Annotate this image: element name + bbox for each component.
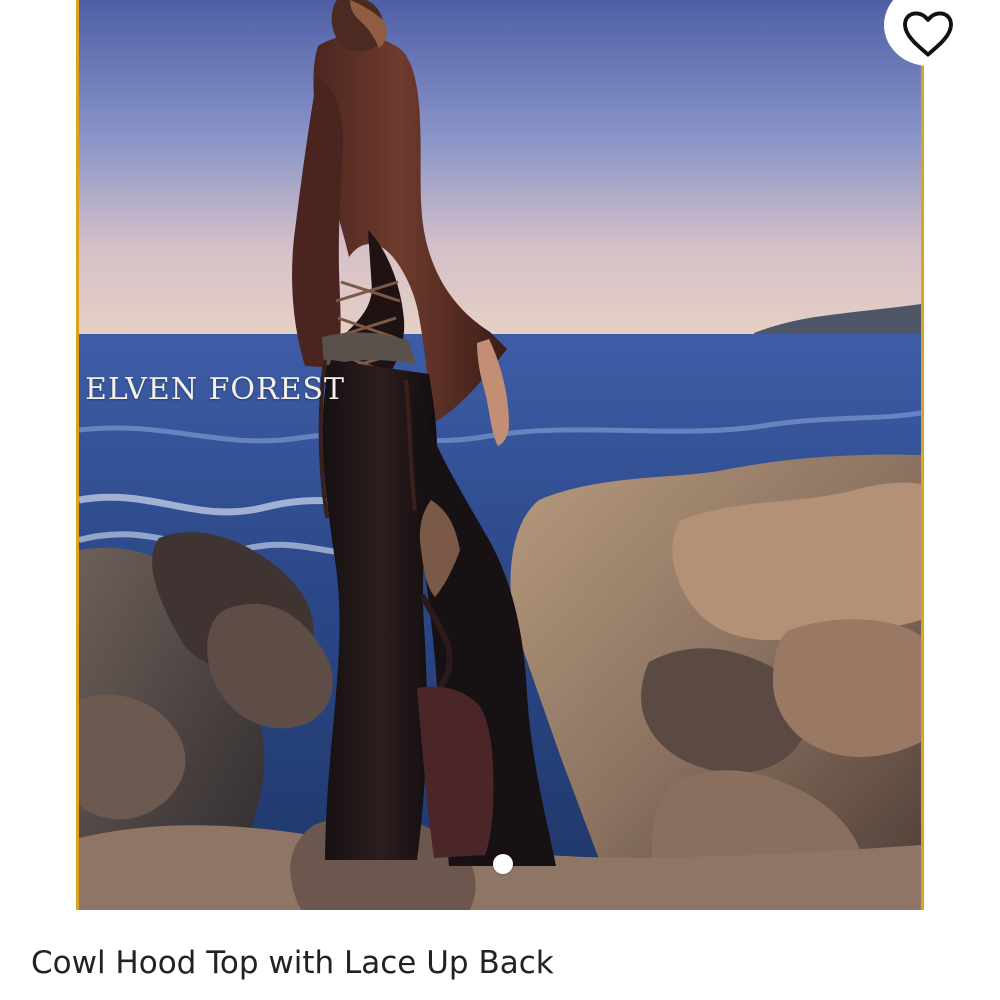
heart-outline-icon [903, 11, 953, 57]
brand-watermark: ELVEN FOREST [85, 372, 346, 407]
product-title: Cowl Hood Top with Lace Up Back [31, 945, 554, 981]
carousel-indicator-dot[interactable] [493, 854, 513, 874]
product-photo[interactable] [79, 0, 921, 910]
product-image-carousel[interactable]: ELVEN FOREST [76, 0, 924, 910]
product-page: ELVEN FOREST Cowl Hood Top with Lace Up … [0, 0, 1000, 1000]
